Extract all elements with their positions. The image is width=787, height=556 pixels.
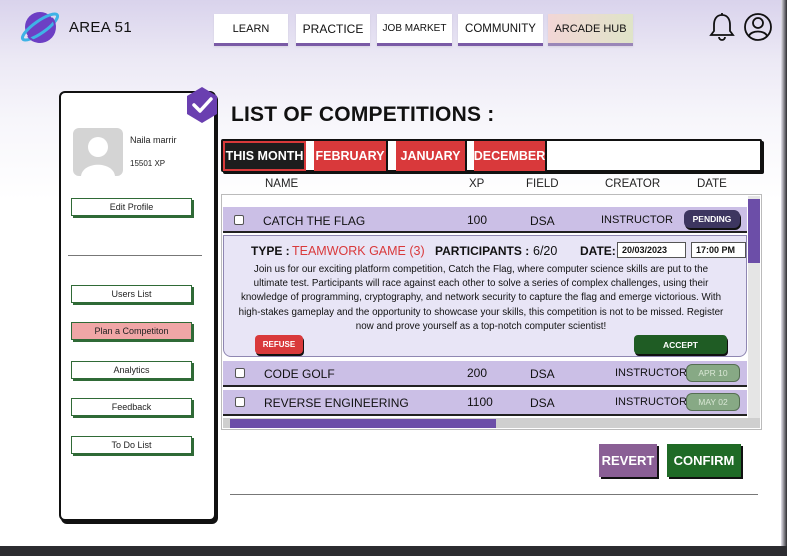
nav-community[interactable]: COMMUNITY bbox=[458, 14, 543, 46]
profile-name: Naila marrir bbox=[130, 135, 177, 145]
row-name: REVERSE ENGINEERING bbox=[264, 396, 409, 410]
bell-icon[interactable] bbox=[708, 12, 736, 42]
row-xp: 1100 bbox=[467, 395, 493, 409]
tab-january[interactable]: JANUARY bbox=[396, 141, 467, 171]
participants-value: 6/20 bbox=[533, 244, 558, 258]
date-badge: MAY 02 bbox=[686, 393, 740, 411]
brand-name: AREA 51 bbox=[69, 19, 132, 36]
avatar-placeholder-icon bbox=[81, 137, 115, 176]
type-label: TYPE : bbox=[251, 244, 290, 258]
revert-button[interactable]: REVERT bbox=[599, 444, 657, 477]
profile-xp: 15501 XP bbox=[130, 159, 166, 168]
row-checkbox[interactable] bbox=[235, 368, 245, 378]
sidebar-divider bbox=[68, 255, 202, 256]
edit-profile-button[interactable]: Edit Profile bbox=[71, 198, 192, 216]
horizontal-scrollbar-thumb[interactable] bbox=[230, 419, 496, 428]
nav-practice[interactable]: PRACTICE bbox=[296, 14, 370, 46]
row-field: DSA bbox=[530, 396, 555, 410]
status-badge: PENDING bbox=[684, 210, 740, 228]
nav-learn[interactable]: LEARN bbox=[214, 14, 288, 46]
participants-label: PARTICIPANTS : bbox=[435, 244, 530, 258]
sidebar-item-plan-competition[interactable]: Plan a Competiton bbox=[71, 322, 192, 340]
date-badge: APR 10 bbox=[686, 364, 740, 382]
tab-this-month[interactable]: THIS MONTH bbox=[223, 141, 306, 171]
date-field[interactable]: 20/03/2023 bbox=[617, 242, 686, 258]
column-header-date[interactable]: DATE bbox=[697, 178, 727, 190]
row-field: DSA bbox=[530, 214, 555, 228]
tab-february[interactable]: FEBRUARY bbox=[314, 141, 388, 171]
planet-logo-icon[interactable] bbox=[18, 6, 62, 46]
vertical-scrollbar-thumb[interactable] bbox=[748, 199, 760, 263]
window-bottom-bar bbox=[0, 546, 787, 556]
row-checkbox[interactable] bbox=[235, 397, 245, 407]
row-creator: INSTRUCTOR bbox=[601, 214, 673, 226]
date-label: DATE: bbox=[580, 244, 616, 258]
confirm-button[interactable]: CONFIRM bbox=[667, 444, 741, 477]
column-header-field[interactable]: FIELD bbox=[526, 178, 559, 190]
sidebar-item-todo-list[interactable]: To Do List bbox=[71, 436, 192, 454]
time-field[interactable]: 17:00 PM bbox=[691, 242, 746, 258]
user-account-icon[interactable] bbox=[743, 12, 773, 42]
tab-december[interactable]: DECEMBER bbox=[474, 141, 547, 171]
row-creator: INSTRUCTOR bbox=[615, 367, 687, 379]
page-title: LIST OF COMPETITIONS : bbox=[231, 103, 495, 126]
sidebar-item-feedback[interactable]: Feedback bbox=[71, 398, 192, 416]
verified-badge-icon bbox=[187, 87, 217, 123]
row-name: CATCH THE FLAG bbox=[263, 214, 366, 228]
competition-description: Join us for our exciting platform compet… bbox=[238, 264, 724, 332]
column-header-creator[interactable]: CREATOR bbox=[605, 178, 660, 190]
row-name: CODE GOLF bbox=[264, 367, 335, 381]
row-xp: 200 bbox=[467, 366, 488, 380]
refuse-button[interactable]: REFUSE bbox=[255, 335, 303, 354]
sidebar-item-users-list[interactable]: Users List bbox=[71, 285, 192, 303]
row-xp: 100 bbox=[467, 213, 488, 227]
window-edge bbox=[781, 0, 787, 556]
column-header-name[interactable]: NAME bbox=[265, 178, 298, 190]
accept-button[interactable]: ACCEPT bbox=[634, 335, 727, 354]
row-creator: INSTRUCTOR bbox=[615, 396, 687, 408]
row-field: DSA bbox=[530, 367, 555, 381]
nav-job-market[interactable]: JOB MARKET bbox=[377, 14, 452, 46]
nav-arcade-hub[interactable]: ARCADE HUB bbox=[548, 14, 633, 46]
row-checkbox[interactable] bbox=[234, 215, 244, 225]
sidebar-item-analytics[interactable]: Analytics bbox=[71, 361, 192, 379]
bottom-divider bbox=[230, 494, 758, 495]
type-value: TEAMWORK GAME (3) bbox=[292, 244, 425, 258]
avatar bbox=[73, 128, 123, 176]
column-header-xp[interactable]: XP bbox=[469, 178, 484, 190]
